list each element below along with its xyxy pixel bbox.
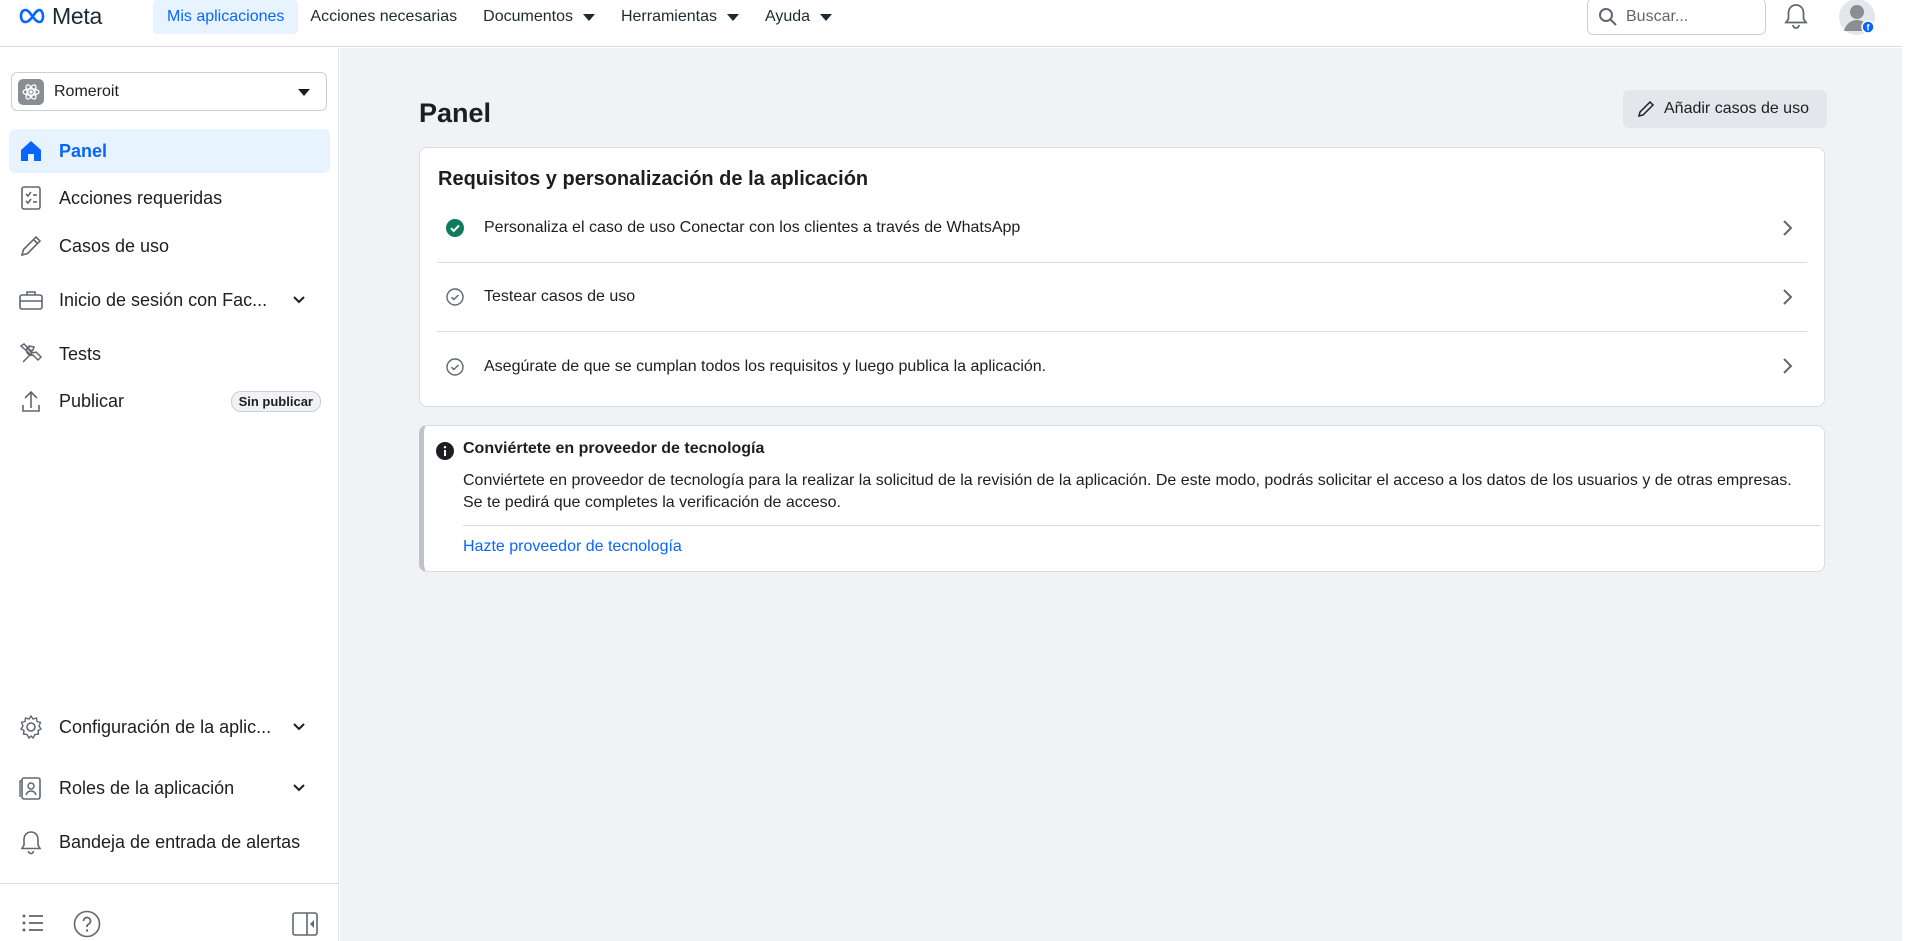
search-input[interactable] (1626, 7, 1756, 26)
chevron-right-icon (1783, 220, 1793, 236)
sidebar-item-roles[interactable]: Roles de la aplicación (9, 766, 330, 810)
sidebar-item-tests[interactable]: Tests (9, 332, 330, 376)
sidebar-item-label: Bandeja de entrada de alertas (59, 831, 301, 852)
task-label: Testear casos de uso (484, 288, 636, 305)
search-icon (1599, 7, 1617, 26)
gear-icon (17, 713, 45, 741)
status-badge: Sin publicar (230, 391, 321, 412)
tech-provider-notice: Conviértete en proveedor de tecnología C… (419, 425, 1825, 572)
sidebar-item-publicar[interactable]: Publicar Sin publicar (9, 379, 330, 423)
sidebar-item-label: Publicar (59, 390, 125, 411)
collapse-sidebar-icon[interactable] (291, 910, 319, 938)
requirements-card: Requisitos y personalización de la aplic… (419, 147, 1825, 407)
nav-acciones-necesarias[interactable]: Acciones necesarias (310, 0, 471, 34)
caret-down-icon (582, 13, 595, 21)
sidebar-item-label: Roles de la aplicación (59, 777, 235, 798)
nav-ayuda[interactable]: Ayuda (765, 0, 846, 34)
requirements-card-title: Requisitos y personalización de la aplic… (438, 168, 869, 190)
sidebar-item-panel[interactable]: Panel (9, 129, 330, 173)
main-content: Panel Añadir casos de uso Requisitos y p… (340, 48, 1902, 941)
task-label: Asegúrate de que se cumplan todos los re… (484, 357, 1047, 375)
sidebar-item-casos-de-uso[interactable]: Casos de uso (9, 224, 330, 268)
sidebar-item-label: Acciones requeridas (59, 187, 223, 208)
caret-down-icon (298, 89, 310, 96)
notice-divider (463, 525, 1821, 526)
chevron-down-icon (293, 296, 305, 304)
check-circle-outline-icon (446, 288, 464, 306)
help-icon[interactable] (73, 910, 101, 938)
page-title: Panel (419, 98, 492, 128)
sidebar-item-label: Panel (59, 140, 108, 161)
pencil-icon (17, 232, 45, 260)
bell-icon (17, 828, 45, 856)
chevron-down-icon (293, 723, 305, 731)
notice-title: Conviértete en proveedor de tecnología (463, 440, 765, 457)
add-use-cases-button[interactable]: Añadir casos de uso (1623, 90, 1827, 128)
chevron-right-icon (1783, 289, 1793, 305)
chevron-down-icon (293, 784, 305, 792)
checklist-icon (17, 184, 45, 212)
nav-label: Ayuda (765, 8, 811, 25)
notice-text: Conviértete en proveedor de tecnología p… (463, 472, 1792, 511)
nav-documentos[interactable]: Documentos (483, 0, 609, 34)
nav-herramientas[interactable]: Herramientas (621, 0, 753, 34)
user-avatar-icon[interactable]: f (1838, 0, 1876, 36)
task-row-personaliza[interactable]: Personaliza el caso de uso Conectar con … (437, 194, 1807, 263)
check-circle-outline-icon (446, 357, 464, 376)
top-navigation-bar: Meta Mis aplicaciones Acciones necesaria… (0, 0, 1902, 47)
upload-icon (17, 387, 45, 415)
task-row-testear[interactable]: Testear casos de uso (437, 263, 1807, 332)
home-icon (17, 137, 45, 165)
id-badge-icon (17, 774, 45, 802)
nav-mis-aplicaciones[interactable]: Mis aplicaciones (153, 0, 299, 34)
notifications-bell-icon[interactable] (1783, 2, 1809, 30)
sidebar: Romeroit Panel Acciones requeridas Casos… (0, 48, 339, 941)
chevron-right-icon (1783, 358, 1793, 374)
become-tech-provider-link[interactable]: Hazte proveedor de tecnología (463, 538, 682, 556)
main-nav: Mis aplicaciones Acciones necesarias Doc… (153, 0, 858, 34)
meta-infinity-icon (19, 8, 45, 24)
nav-label: Herramientas (620, 8, 717, 25)
search-box[interactable] (1587, 0, 1766, 35)
meta-logo[interactable]: Meta (18, 0, 102, 32)
sidebar-item-label: Inicio de sesión con Fac... (59, 289, 268, 310)
caret-down-icon (820, 13, 833, 21)
briefcase-icon (17, 286, 45, 314)
brand-name: Meta (52, 2, 102, 29)
sidebar-item-label: Configuración de la aplic... (59, 716, 272, 737)
info-icon (436, 442, 454, 460)
sidebar-item-label: Casos de uso (59, 235, 170, 256)
app-selector[interactable]: Romeroit (11, 72, 327, 111)
app-name: Romeroit (54, 82, 119, 100)
caret-down-icon (727, 13, 739, 21)
add-use-cases-label: Añadir casos de uso (1664, 100, 1809, 117)
nav-label: Documentos (483, 8, 573, 25)
list-icon[interactable] (20, 910, 46, 936)
check-circle-filled-icon (446, 219, 464, 237)
app-icon (18, 78, 44, 105)
sidebar-item-label: Tests (59, 343, 102, 364)
nav-label: Mis aplicaciones (167, 8, 285, 25)
nav-label: Acciones necesarias (310, 8, 458, 25)
tools-icon (17, 340, 45, 368)
atom-icon (22, 83, 40, 100)
pencil-icon (1637, 100, 1655, 118)
sidebar-item-bandeja-alertas[interactable]: Bandeja de entrada de alertas (9, 820, 330, 864)
sidebar-item-inicio-sesion-facebook[interactable]: Inicio de sesión con Fac... (9, 278, 330, 322)
task-label: Personaliza el caso de uso Conectar con … (484, 219, 1021, 236)
task-row-publicar[interactable]: Asegúrate de que se cumplan todos los re… (437, 332, 1807, 401)
sidebar-item-configuracion[interactable]: Configuración de la aplic... (9, 705, 330, 749)
sidebar-divider (0, 883, 339, 884)
sidebar-item-acciones-requeridas[interactable]: Acciones requeridas (9, 176, 330, 220)
